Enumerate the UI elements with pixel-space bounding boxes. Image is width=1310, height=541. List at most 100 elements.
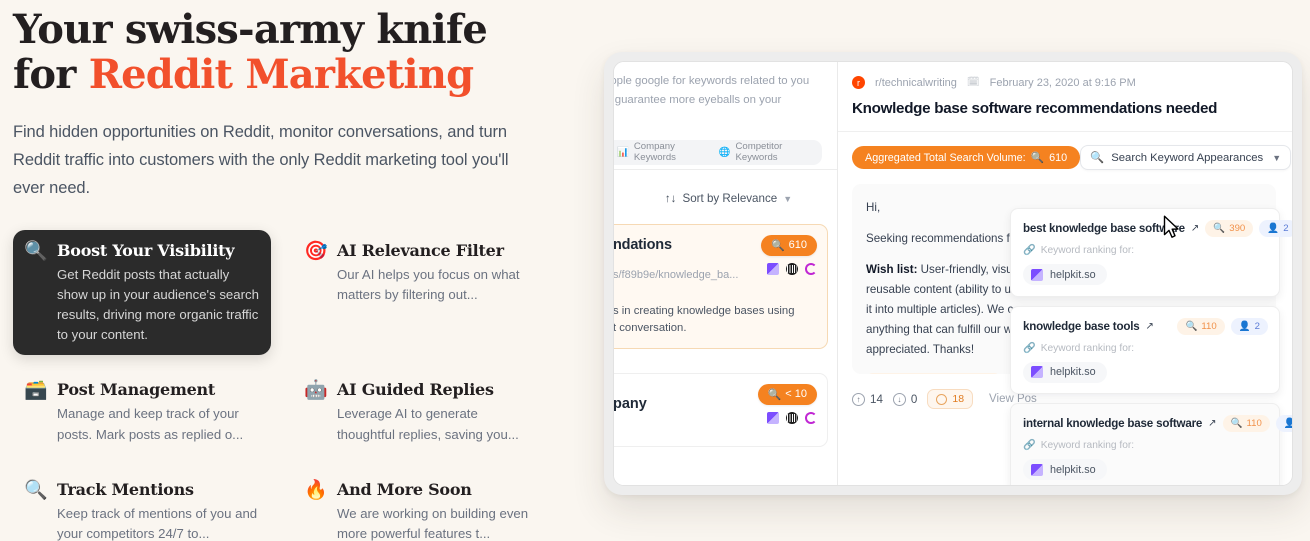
tab-label: Company Keywords <box>633 141 676 164</box>
comment-count: 18 <box>952 393 965 405</box>
view-comments-button[interactable]: 💬 View Comments ▼ <box>866 372 1001 374</box>
feature-description: We are working on building even more pow… <box>337 505 529 541</box>
feature-card-post-management[interactable]: 🗃️ Post Management Manage and keep track… <box>13 369 271 454</box>
site-name: helpkit.so <box>1050 268 1096 281</box>
keyword-result-item[interactable]: internal knowledge base software ↗ 🔍 110… <box>1010 403 1292 485</box>
site-name: helpkit.so <box>1050 463 1096 476</box>
keyword-result-item[interactable]: best knowledge base software ↗ 🔍 390 👤 2 <box>1010 208 1292 297</box>
tab-company-keywords[interactable]: 📊 Company Keywords <box>614 141 710 163</box>
upvote-stat[interactable]: ↑ 14 <box>852 392 883 406</box>
keyword-people-badge: 👤 2 <box>1230 317 1268 335</box>
post-meta: r r/technicalwriting 🗓 February 23, 2020… <box>852 76 1276 89</box>
keyword-volume-badge: 🔍 110 <box>1222 415 1270 432</box>
feature-title: Track Mentions <box>57 479 194 499</box>
card-desc-line-1: s in creating knowledge bases using <box>614 304 795 317</box>
external-link-icon: ↗ <box>1190 223 1200 234</box>
keyword-people-badge: 👤 2 <box>1275 415 1292 432</box>
search-icon: 🔍 <box>770 239 785 252</box>
site-favicon-icon <box>1031 268 1043 281</box>
keyword-card-secondary[interactable]: 🔍 < 10 pany <box>614 372 828 447</box>
search-volume-badge: 🔍 610 <box>760 234 817 256</box>
helpkit-icon <box>786 262 798 275</box>
search-keyword-appearances-input[interactable]: 🔍 Search Keyword Appearances ▼ <box>1080 145 1292 170</box>
keyword-ranking-label-row: 🔗 Keyword ranking for: <box>1023 343 1268 354</box>
fire-icon: 🔥 <box>304 479 328 501</box>
search-icon: 🔍 <box>1230 418 1243 429</box>
sort-control[interactable]: ↑↓ Sort by Relevance ▼ <box>620 181 837 217</box>
tab-competitor-keywords[interactable]: 🌐 Competitor Keywords <box>710 141 816 163</box>
aggregated-volume-badge: Aggregated Total Search Volume: 🔍 610 <box>852 146 1081 169</box>
source-icons <box>767 262 817 275</box>
keyword-people-badge: 👤 2 <box>1259 220 1292 237</box>
feature-title: AI Relevance Filter <box>337 240 504 260</box>
site-favicon-icon <box>1031 366 1043 378</box>
bar-chart-icon: 📊 <box>617 146 629 158</box>
volume-value: 390 <box>1229 223 1246 234</box>
notion-icon <box>767 411 779 424</box>
ranking-site-chip[interactable]: helpkit.so <box>1023 361 1107 383</box>
link-icon: 🔗 <box>1023 245 1036 256</box>
feature-card-track-mentions[interactable]: 🔍 Track Mentions Keep track of mentions … <box>13 469 271 541</box>
pane-intro-text: eople google for keywords related to you… <box>614 62 837 110</box>
search-icon: 🔍 <box>1090 152 1105 164</box>
ranking-label: Keyword ranking for: <box>1040 440 1135 451</box>
headline-line-1: Your swiss-army knife <box>13 6 488 53</box>
volume-value: < 10 <box>785 388 807 401</box>
keyword-list-pane: eople google for keywords related to you… <box>614 62 838 485</box>
volume-value: 110 <box>1201 320 1217 332</box>
post-date: February 23, 2020 at 9:16 PM <box>989 76 1136 89</box>
keyword-volume-badge: 🔍 390 <box>1205 220 1254 237</box>
pane-divider <box>614 169 837 170</box>
page-title: Your swiss-army knife for Reddit Marketi… <box>13 6 560 98</box>
volume-value: 110 <box>1246 418 1262 429</box>
subreddit-name[interactable]: r/technicalwriting <box>875 77 957 89</box>
globe-icon: 🌐 <box>718 146 731 158</box>
feature-card-ai-guided-replies[interactable]: 🤖 AI Guided Replies Leverage AI to gener… <box>293 369 543 454</box>
app-screenshot-frame: eople google for keywords related to you… <box>604 52 1302 495</box>
feature-card-ai-relevance-filter[interactable]: 🎯 AI Relevance Filter Our AI helps you f… <box>293 230 543 356</box>
card-desc-line-2: t conversation. <box>614 321 687 334</box>
person-icon: 👤 <box>1267 223 1280 234</box>
refresh-icon <box>805 411 817 424</box>
ranking-label: Keyword ranking for: <box>1040 342 1135 354</box>
hero-subheading: Find hidden opportunities on Reddit, mon… <box>13 122 509 198</box>
chevron-down-icon: ▼ <box>783 193 793 204</box>
card-index-box-icon: 🗃️ <box>24 380 48 402</box>
arrow-up-icon: ↑ <box>852 392 865 406</box>
link-icon: 🔗 <box>1023 342 1036 354</box>
sort-icon: ↑↓ <box>664 192 677 206</box>
feature-description: Our AI helps you focus on what matters b… <box>337 266 520 302</box>
external-link-icon: ↗ <box>1208 418 1217 429</box>
calendar-icon: 🗓 <box>966 77 980 88</box>
sort-label: Sort by Relevance <box>682 192 778 206</box>
search-icon: 🔍 <box>1030 152 1045 164</box>
keyword-card-highlighted[interactable]: 🔍 610 ndations s/f89b9e/knowledge_ba... … <box>614 223 828 349</box>
keyword-scope-tabs[interactable]: 📊 Company Keywords 🌐 Competitor Keywords <box>614 139 822 165</box>
intro-line-2: ill guarantee more eyeballs on your <box>614 93 782 106</box>
intro-line-1: eople google for keywords related to you <box>614 75 810 87</box>
landing-page: Your swiss-army knife for Reddit Marketi… <box>0 0 1310 541</box>
robot-icon: 🤖 <box>304 380 328 402</box>
keyword-result-item[interactable]: knowledge base tools ↗ 🔍 110 👤 2 🔗 Keywo… <box>1010 305 1280 394</box>
app-window: eople google for keywords related to you… <box>613 61 1293 486</box>
downvote-stat[interactable]: ↓ 0 <box>892 392 917 406</box>
search-icon: 🔍 <box>1185 320 1198 332</box>
helpkit-icon <box>786 411 798 424</box>
keyword-ranking-label-row: 🔗 Keyword ranking for: <box>1023 440 1268 451</box>
reddit-icon: r <box>852 76 865 89</box>
card-description: s in creating knowledge bases using t co… <box>614 303 817 337</box>
people-value: 2 <box>1283 223 1289 234</box>
ranking-site-chip[interactable]: helpkit.so <box>1023 459 1107 480</box>
headline-line-2-plain: for <box>13 50 89 98</box>
arrow-down-icon: ↓ <box>892 392 906 406</box>
keyword-ranking-label-row: 🔗 Keyword ranking for: <box>1023 245 1268 256</box>
ranking-site-chip[interactable]: helpkit.so <box>1023 264 1107 285</box>
feature-card-boost-your-visibility[interactable]: 🔍 Boost Your Visibility Get Reddit posts… <box>13 229 271 356</box>
person-icon: 👤 <box>1284 418 1292 429</box>
search-icon: 🔍 <box>767 388 782 401</box>
headline-line-2-accent: Reddit Marketing <box>88 50 474 98</box>
comment-count-badge[interactable]: 18 <box>927 389 974 409</box>
feature-card-and-more-soon[interactable]: 🔥 And More Soon We are working on buildi… <box>293 469 543 541</box>
dart-target-icon: 🎯 <box>304 240 328 262</box>
aggregated-label: Aggregated Total Search Volume: <box>865 151 1026 164</box>
